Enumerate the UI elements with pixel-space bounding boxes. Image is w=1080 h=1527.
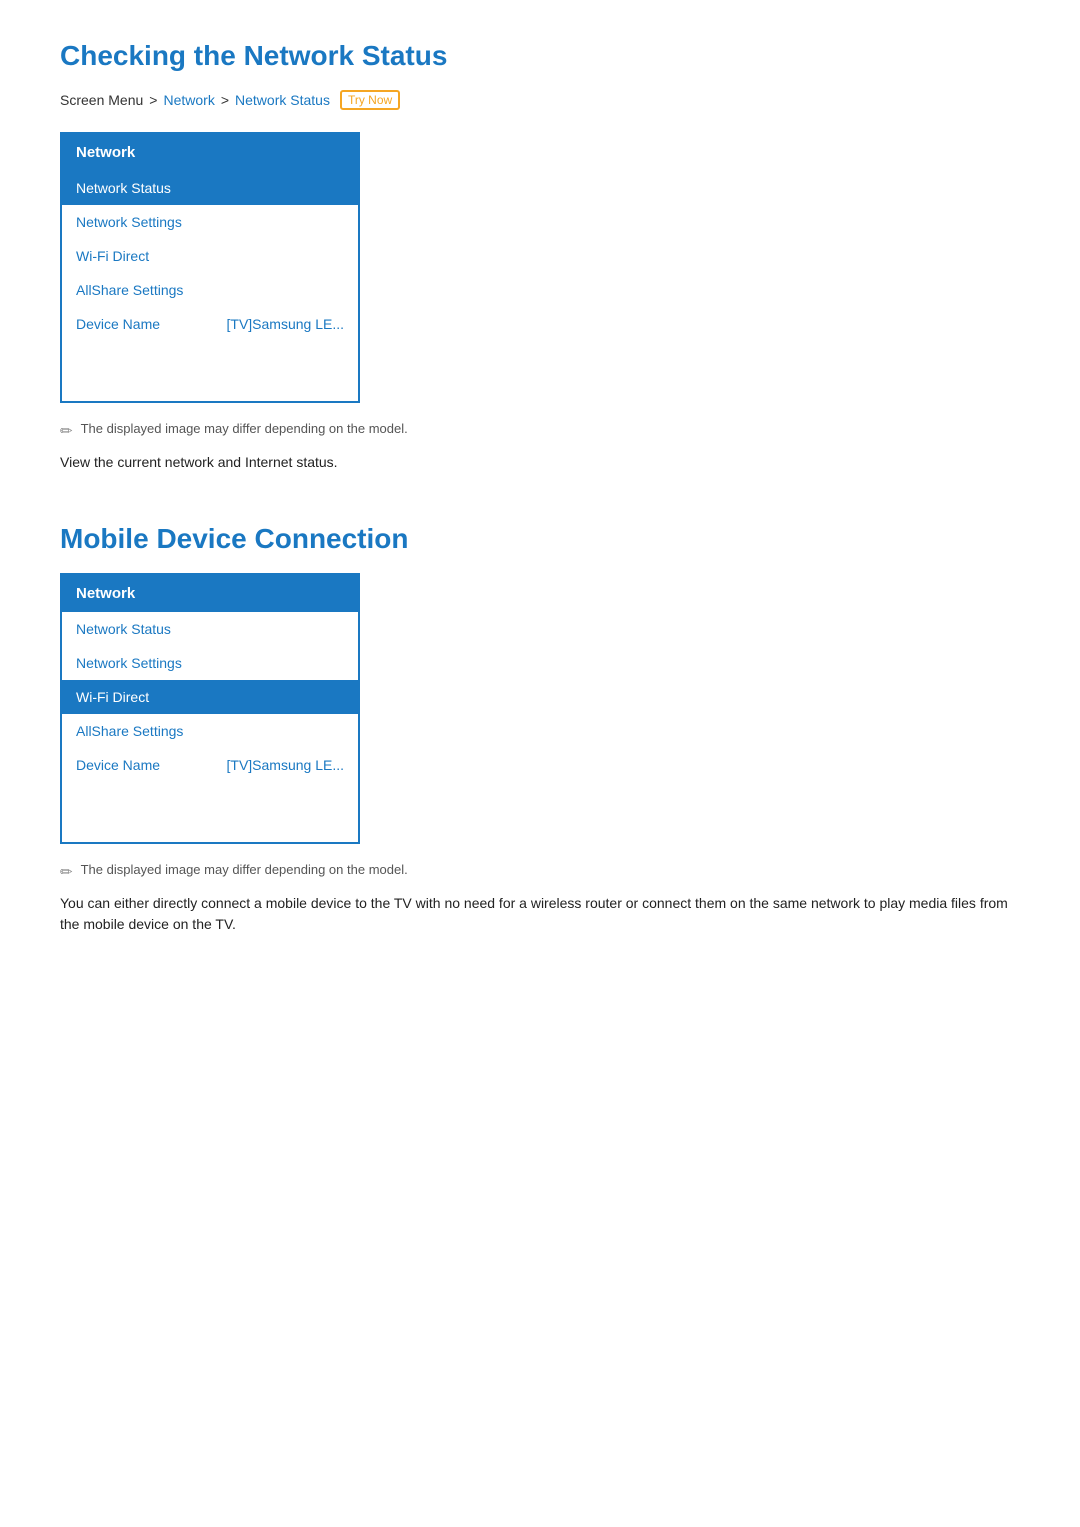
- try-now-badge[interactable]: Try Now: [340, 90, 400, 110]
- section2-menu-value-4: [TV]Samsung LE...: [227, 757, 345, 773]
- breadcrumb-sep2: >: [221, 92, 229, 108]
- breadcrumb: Screen Menu > Network > Network Status T…: [60, 90, 1020, 110]
- section1-menu-box: Network Network Status Network Settings …: [60, 132, 360, 403]
- section1-menu-item-3[interactable]: AllShare Settings: [62, 273, 358, 307]
- section1-menu-label-4: Device Name: [76, 316, 160, 332]
- section2-menu-box: Network Network Status Network Settings …: [60, 573, 360, 844]
- section2-menu-item-1[interactable]: Network Settings: [62, 646, 358, 680]
- section1-menu-spacer: [62, 341, 358, 401]
- section1-menu-label-3: AllShare Settings: [76, 282, 183, 298]
- breadcrumb-network-status[interactable]: Network Status: [235, 92, 330, 108]
- section2-menu-label-0: Network Status: [76, 621, 171, 637]
- section1-menu-label-0: Network Status: [76, 180, 171, 196]
- section1-menu-item-0[interactable]: Network Status: [62, 171, 358, 205]
- section2-menu-label-2: Wi-Fi Direct: [76, 689, 149, 705]
- section2-menu-label-1: Network Settings: [76, 655, 182, 671]
- section2-description: You can either directly connect a mobile…: [60, 893, 1020, 935]
- pencil-icon: ✏: [60, 422, 73, 440]
- section2-menu-label-3: AllShare Settings: [76, 723, 183, 739]
- section1-menu-item-1[interactable]: Network Settings: [62, 205, 358, 239]
- section2-menu-label-4: Device Name: [76, 757, 160, 773]
- section2-title: Mobile Device Connection: [60, 523, 1020, 555]
- section1-note: The displayed image may differ depending…: [81, 421, 408, 436]
- section1-title: Checking the Network Status: [60, 40, 1020, 72]
- section2-menu-header: Network: [62, 575, 358, 612]
- breadcrumb-network[interactable]: Network: [163, 92, 214, 108]
- section2-menu-spacer: [62, 782, 358, 842]
- section1-description: View the current network and Internet st…: [60, 452, 1020, 473]
- pencil-icon-2: ✏: [60, 863, 73, 881]
- section1-menu-value-4: [TV]Samsung LE...: [227, 316, 345, 332]
- section2-note-row: ✏ The displayed image may differ dependi…: [60, 862, 1020, 881]
- section1-menu-label-1: Network Settings: [76, 214, 182, 230]
- section2-menu-item-4[interactable]: Device Name [TV]Samsung LE...: [62, 748, 358, 782]
- section1-menu-header: Network: [62, 134, 358, 171]
- section1-menu-item-4[interactable]: Device Name [TV]Samsung LE...: [62, 307, 358, 341]
- section2-menu-item-2[interactable]: Wi-Fi Direct: [62, 680, 358, 714]
- breadcrumb-sep1: >: [149, 92, 157, 108]
- section2-menu-item-3[interactable]: AllShare Settings: [62, 714, 358, 748]
- section2-menu-item-0[interactable]: Network Status: [62, 612, 358, 646]
- section2-note: The displayed image may differ depending…: [81, 862, 408, 877]
- breadcrumb-screen-menu: Screen Menu: [60, 92, 143, 108]
- section1-note-row: ✏ The displayed image may differ dependi…: [60, 421, 1020, 440]
- section1-menu-item-2[interactable]: Wi-Fi Direct: [62, 239, 358, 273]
- section1-menu-label-2: Wi-Fi Direct: [76, 248, 149, 264]
